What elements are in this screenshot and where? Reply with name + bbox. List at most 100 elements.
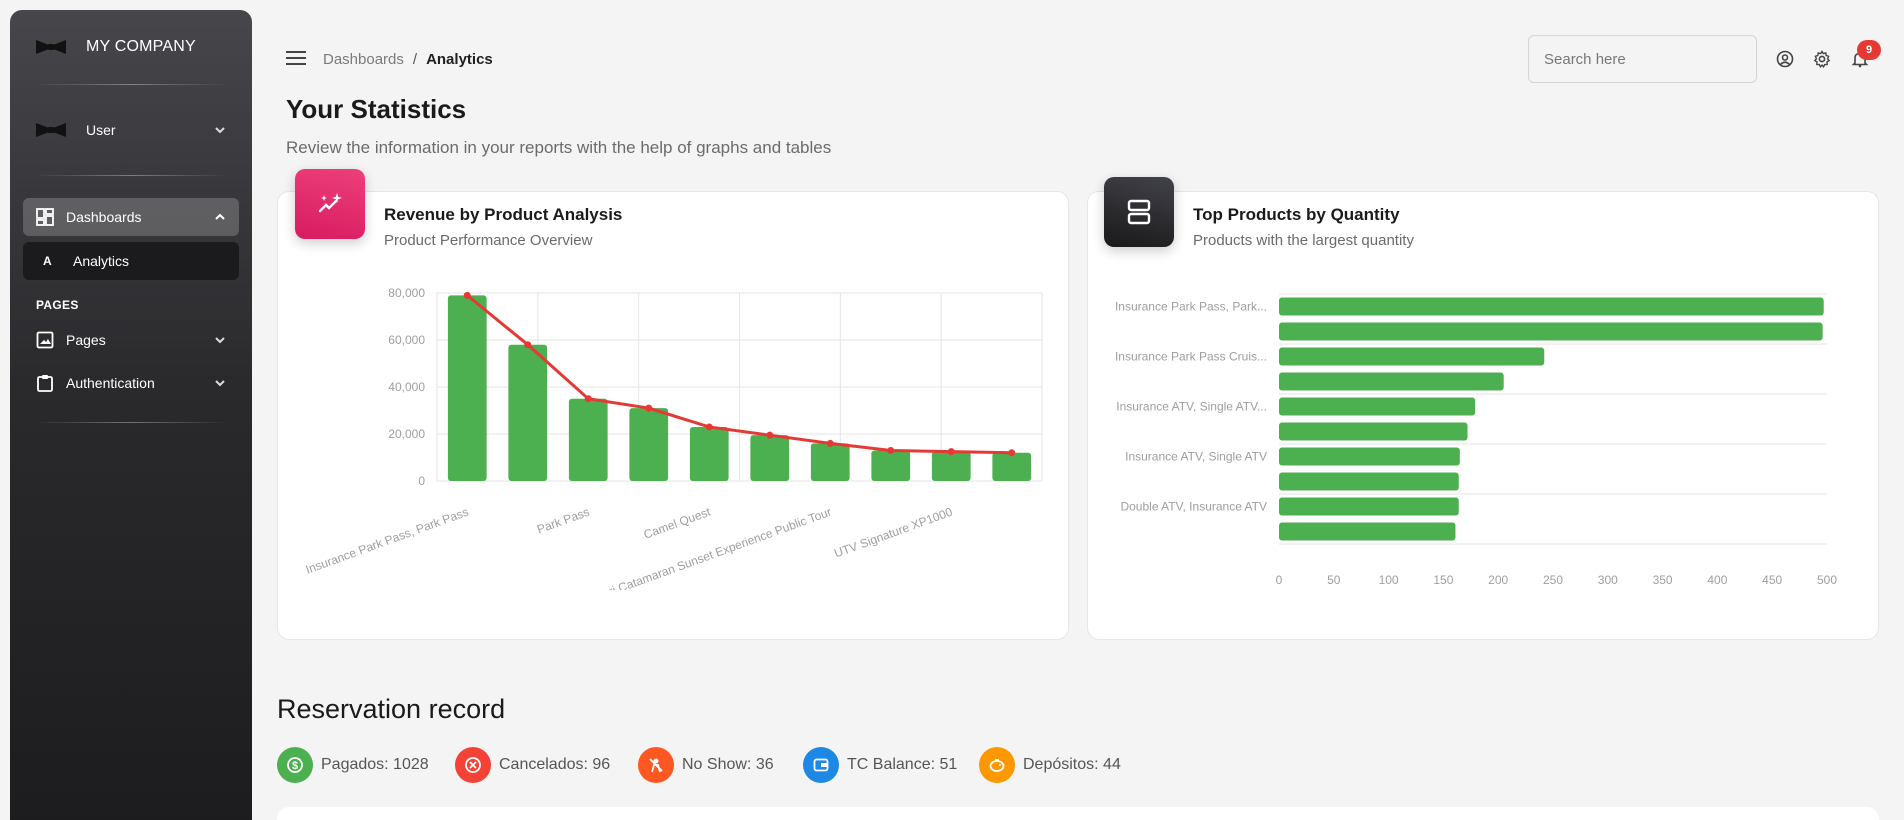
sidebar-item-analytics[interactable]: A Analytics bbox=[23, 242, 239, 280]
page-title: Your Statistics bbox=[286, 94, 467, 124]
x-tick-label: 400 bbox=[1707, 573, 1727, 587]
revenue-bar[interactable] bbox=[447, 295, 487, 481]
revenue-bar[interactable] bbox=[810, 443, 850, 481]
sidebar-item-label: Pages bbox=[66, 331, 106, 348]
revenue-bar[interactable] bbox=[931, 451, 971, 481]
revenue-bar[interactable] bbox=[508, 344, 548, 481]
revenue-bar[interactable] bbox=[689, 426, 729, 481]
chevron-up-icon bbox=[215, 213, 225, 220]
account-icon[interactable] bbox=[1776, 50, 1794, 68]
x-tick-label: 0 bbox=[1276, 573, 1283, 587]
trend-point[interactable] bbox=[766, 431, 774, 439]
page-subtitle: Review the information in your reports w… bbox=[286, 138, 832, 157]
trend-point[interactable] bbox=[887, 446, 895, 454]
reservation-stat-label: TC Balance: 51 bbox=[847, 756, 958, 773]
x-tick-label: Insurance Park Pass, Park Pass bbox=[304, 505, 470, 577]
gear-icon[interactable] bbox=[1813, 50, 1831, 68]
image-icon bbox=[36, 331, 54, 348]
reservation-table-card bbox=[277, 807, 1879, 820]
sparkles-chart-icon bbox=[295, 169, 365, 239]
search-input[interactable] bbox=[1528, 35, 1757, 83]
trend-point[interactable] bbox=[463, 291, 471, 299]
cancel-icon bbox=[455, 747, 491, 783]
quantity-bar[interactable] bbox=[1279, 447, 1460, 466]
quantity-bar[interactable] bbox=[1279, 322, 1823, 341]
reservation-stat-label: Pagados: 1028 bbox=[321, 756, 429, 773]
trend-point[interactable] bbox=[1008, 449, 1016, 457]
quantity-bar[interactable] bbox=[1279, 297, 1824, 316]
chevron-down-icon bbox=[215, 127, 225, 134]
quantity-bar[interactable] bbox=[1279, 372, 1504, 391]
reservation-stat: TC Balance: 51 bbox=[803, 747, 957, 783]
y-tick-label: 80,000 bbox=[388, 286, 425, 300]
chevron-down-icon bbox=[215, 336, 225, 343]
x-tick-label: 150 bbox=[1433, 573, 1453, 587]
trend-point[interactable] bbox=[584, 395, 592, 403]
revenue-bar[interactable] bbox=[629, 408, 669, 481]
sidebar-item-label: Dashboards bbox=[66, 209, 142, 225]
trend-point[interactable] bbox=[524, 341, 532, 349]
revenue-card-title: Revenue by Product Analysis bbox=[384, 205, 623, 224]
quantity-bar[interactable] bbox=[1279, 522, 1456, 541]
trend-point[interactable] bbox=[947, 448, 955, 456]
y-tick-label: 40,000 bbox=[388, 380, 425, 394]
quantity-bar[interactable] bbox=[1279, 422, 1468, 441]
reservation-stat-label: No Show: 36 bbox=[682, 756, 774, 773]
chevron-down-icon bbox=[215, 379, 225, 386]
quantity-card-title: Top Products by Quantity bbox=[1193, 205, 1400, 224]
trend-point[interactable] bbox=[705, 423, 713, 431]
stack-icon bbox=[1104, 177, 1174, 247]
notification-badge: 9 bbox=[1857, 40, 1881, 60]
bowtie-logo-icon bbox=[36, 40, 66, 54]
breadcrumb-separator: / bbox=[412, 51, 418, 68]
y-tick-label: 20,000 bbox=[388, 427, 425, 441]
sidebar-item-pages[interactable]: Pages bbox=[10, 318, 252, 361]
clipboard-icon bbox=[37, 374, 53, 392]
dashboard-icon bbox=[36, 208, 54, 226]
quantity-bar[interactable] bbox=[1279, 397, 1476, 416]
divider bbox=[34, 422, 228, 423]
x-tick-label: 500 bbox=[1817, 573, 1837, 587]
y-tick-label: Insurance Park Pass Cruis... bbox=[1115, 350, 1267, 364]
x-tick-label: 250 bbox=[1543, 573, 1563, 587]
svg-text:$: $ bbox=[292, 760, 298, 772]
reservation-stat: No Show: 36 bbox=[638, 747, 774, 783]
quantity-chart[interactable]: 0 50 100 150 200 250 300 350 400 450 500 Insurance … bbox=[1087, 280, 1877, 600]
breadcrumb-current: Analytics bbox=[426, 51, 493, 68]
sidebar-item-authentication[interactable]: Authentication bbox=[10, 361, 252, 404]
x-tick-label: 450 bbox=[1762, 573, 1782, 587]
revenue-bar[interactable] bbox=[750, 435, 790, 481]
quantity-bar[interactable] bbox=[1279, 472, 1459, 491]
y-tick-label: Insurance Park Pass, Park... bbox=[1115, 300, 1267, 314]
piggy-bank-icon bbox=[979, 747, 1015, 783]
trend-point[interactable] bbox=[826, 439, 834, 447]
x-tick-label: Camel Quest bbox=[642, 504, 713, 541]
y-tick-label: Insurance ATV, Single ATV bbox=[1125, 450, 1267, 464]
section-title-pages: PAGES bbox=[36, 298, 79, 312]
hamburger-menu-icon[interactable] bbox=[286, 50, 306, 66]
reservation-stat-label: Cancelados: 96 bbox=[499, 756, 611, 773]
y-tick-label: 60,000 bbox=[388, 333, 425, 347]
no-show-icon bbox=[638, 747, 674, 783]
brand-name: MY COMPANY bbox=[86, 38, 196, 55]
quantity-bar[interactable] bbox=[1279, 347, 1545, 366]
user-avatar-icon bbox=[36, 123, 66, 137]
revenue-bar[interactable] bbox=[568, 398, 608, 481]
x-tick-label: UTV Signature XP1000 bbox=[832, 505, 954, 561]
user-label: User bbox=[86, 122, 116, 138]
quantity-bar[interactable] bbox=[1279, 497, 1459, 516]
reservation-stat: $ Pagados: 1028 bbox=[277, 747, 429, 783]
user-menu[interactable]: User bbox=[10, 85, 252, 175]
trend-point[interactable] bbox=[645, 404, 653, 412]
dollar-icon: $ bbox=[277, 747, 313, 783]
reservation-stat: Depósitos: 44 bbox=[979, 747, 1121, 783]
sidebar-item-label: Authentication bbox=[66, 374, 155, 391]
x-tick-label: 100 bbox=[1379, 573, 1399, 587]
revenue-bar[interactable] bbox=[992, 452, 1032, 481]
sidebar-item-dashboards[interactable]: Dashboards bbox=[23, 198, 239, 236]
brand[interactable]: MY COMPANY bbox=[10, 10, 252, 84]
breadcrumb-parent[interactable]: Dashboards bbox=[323, 51, 404, 68]
revenue-bar[interactable] bbox=[871, 450, 911, 481]
revenue-chart[interactable]: 0 20,000 40,000 60,000 80,000 Insurance Park … bbox=[277, 270, 1067, 590]
y-tick-label: Insurance ATV, Single ATV... bbox=[1116, 400, 1267, 414]
